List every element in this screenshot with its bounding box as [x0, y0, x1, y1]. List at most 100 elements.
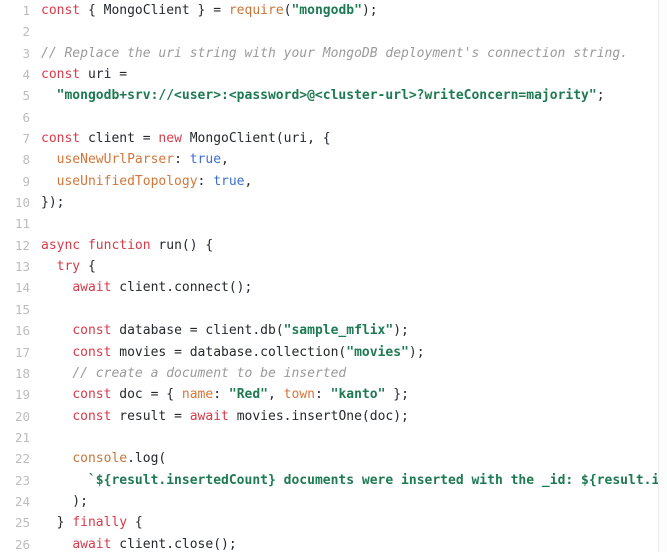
line-number: 1: [22, 3, 30, 18]
code-token-comment: // Replace the uri string with your Mong…: [41, 45, 628, 61]
code-line[interactable]: 16 const database = client.db("sample_mf…: [0, 320, 658, 341]
line-content: async function run() {: [30, 235, 658, 256]
line-number: 4: [22, 67, 30, 83]
line-content: await client.connect();: [30, 277, 658, 298]
line-number: 8: [22, 152, 30, 168]
code-line[interactable]: 19 const doc = { name: "Red", town: "kan…: [0, 384, 658, 405]
code-line[interactable]: 18 // create a document to be inserted: [0, 363, 658, 384]
code-token-string: "mongodb+srv://<user>:<password>@<cluste…: [56, 88, 597, 104]
code-line[interactable]: 3 // Replace the uri string with your Mon…: [0, 43, 658, 64]
code-line[interactable]: 23 `${result.insertedCount} documents we…: [0, 470, 658, 491]
line-content: await client.close();: [30, 534, 658, 552]
line-number: 22: [14, 451, 30, 467]
code-token-const: true: [213, 173, 245, 189]
code-token-keyword: const: [41, 131, 81, 147]
line-content: });: [30, 192, 658, 213]
code-token-plain: client.close();: [111, 536, 237, 552]
code-token-plain: );: [361, 3, 378, 18]
code-token-keyword: const: [72, 323, 112, 339]
line-content: } finally {: [30, 512, 658, 533]
code-token-plain: );: [408, 344, 425, 360]
code-token-string: "mongodb": [291, 3, 362, 18]
vertical-scrollbar[interactable]: [658, 0, 667, 552]
code-token-plain: :: [174, 152, 190, 168]
code-line[interactable]: 8 useNewUrlParser: true,: [0, 149, 658, 170]
code-token-plain: :: [213, 387, 229, 403]
line-content: useNewUrlParser: true,: [30, 149, 658, 170]
code-line[interactable]: 26 await client.close();: [0, 534, 658, 552]
code-scroll-area[interactable]: 1 const { MongoClient } = require("mongod…: [0, 0, 658, 552]
code-line[interactable]: 12 async function run() {: [0, 235, 658, 256]
code-line[interactable]: 11: [0, 213, 658, 234]
code-token-keyword: async: [41, 237, 81, 253]
code-token-prop: useUnifiedTopology: [56, 173, 198, 189]
line-content: const uri =: [30, 64, 658, 85]
code-line[interactable]: 2: [0, 21, 658, 42]
line-number: 12: [14, 237, 30, 253]
code-line[interactable]: 22 console.log(: [0, 448, 658, 469]
code-token-keyword: const: [41, 3, 81, 18]
line-content: const doc = { name: "Red", town: "kanto"…: [30, 384, 658, 405]
code-line[interactable]: 24 );: [0, 491, 658, 512]
line-content: console.log(: [30, 448, 658, 469]
line-content: const movies = database.collection("movi…: [30, 342, 658, 363]
code-token-plain: movies = database.collection(: [111, 344, 347, 360]
code-line[interactable]: 14 await client.connect();: [0, 277, 658, 298]
code-line[interactable]: 10});: [0, 192, 658, 213]
code-token-keyword: const: [41, 67, 81, 83]
line-number: 21: [14, 429, 30, 445]
code-token-plain: };: [385, 387, 409, 403]
code-line[interactable]: 21: [0, 427, 658, 448]
code-token-plain: ,: [221, 152, 229, 168]
code-token-const: true: [189, 152, 222, 168]
code-token-keyword: function: [87, 237, 151, 253]
code-token-plain: database = client.db(: [111, 323, 284, 339]
line-content: const result = await movies.insertOne(do…: [30, 406, 658, 427]
code-line[interactable]: 7 const client = new MongoClient(uri, {: [0, 128, 658, 149]
line-number: 16: [14, 323, 30, 339]
code-token-string: "movies": [346, 344, 409, 360]
line-number: 23: [14, 472, 30, 488]
code-line[interactable]: 6: [0, 107, 658, 128]
code-line[interactable]: 13 try {: [0, 256, 658, 277]
code-token-plain: :: [314, 387, 331, 403]
line-content: );: [30, 491, 658, 512]
code-line[interactable]: 15: [0, 299, 658, 320]
code-token-plain: {: [80, 259, 96, 275]
line-content: try {: [30, 256, 658, 277]
code-token-plain: doc = {: [111, 387, 182, 403]
code-line[interactable]: 17 const movies = database.collection("m…: [0, 342, 658, 363]
code-token-plain: ,: [244, 173, 253, 189]
code-line[interactable]: 20 const result = await movies.insertOne…: [0, 406, 658, 427]
code-token-plain: {: [127, 515, 143, 531]
line-content: // create a document to be inserted: [30, 363, 658, 384]
code-token-plain: });: [41, 195, 65, 211]
code-line[interactable]: 25 } finally {: [0, 512, 658, 533]
line-number: 13: [14, 259, 30, 275]
code-line[interactable]: 4 const uri =: [0, 64, 658, 85]
line-content: `${result.insertedCount} documents were …: [30, 470, 658, 491]
code-token-prop: useNewUrlParser: [56, 152, 175, 168]
code-token-keyword: finally: [72, 515, 128, 531]
code-token-plain: );: [393, 323, 409, 339]
code-token-plain: MongoClient(uri, {: [181, 131, 331, 147]
line-number: 25: [14, 515, 30, 531]
code-token-plain: }: [41, 515, 73, 531]
line-content: const database = client.db("sample_mflix…: [30, 320, 658, 341]
line-number: 6: [22, 109, 30, 125]
code-line[interactable]: 1 const { MongoClient } = require("mongod…: [0, 0, 658, 21]
code-line[interactable]: 5 "mongodb+srv://<user>:<password>@<clus…: [0, 85, 658, 106]
line-number: 3: [22, 45, 30, 61]
code-token-string: `${result.insertedCount} documents were …: [87, 472, 658, 488]
code-line[interactable]: 9 useUnifiedTopology: true,: [0, 171, 658, 192]
code-token-prop: town: [283, 387, 315, 403]
